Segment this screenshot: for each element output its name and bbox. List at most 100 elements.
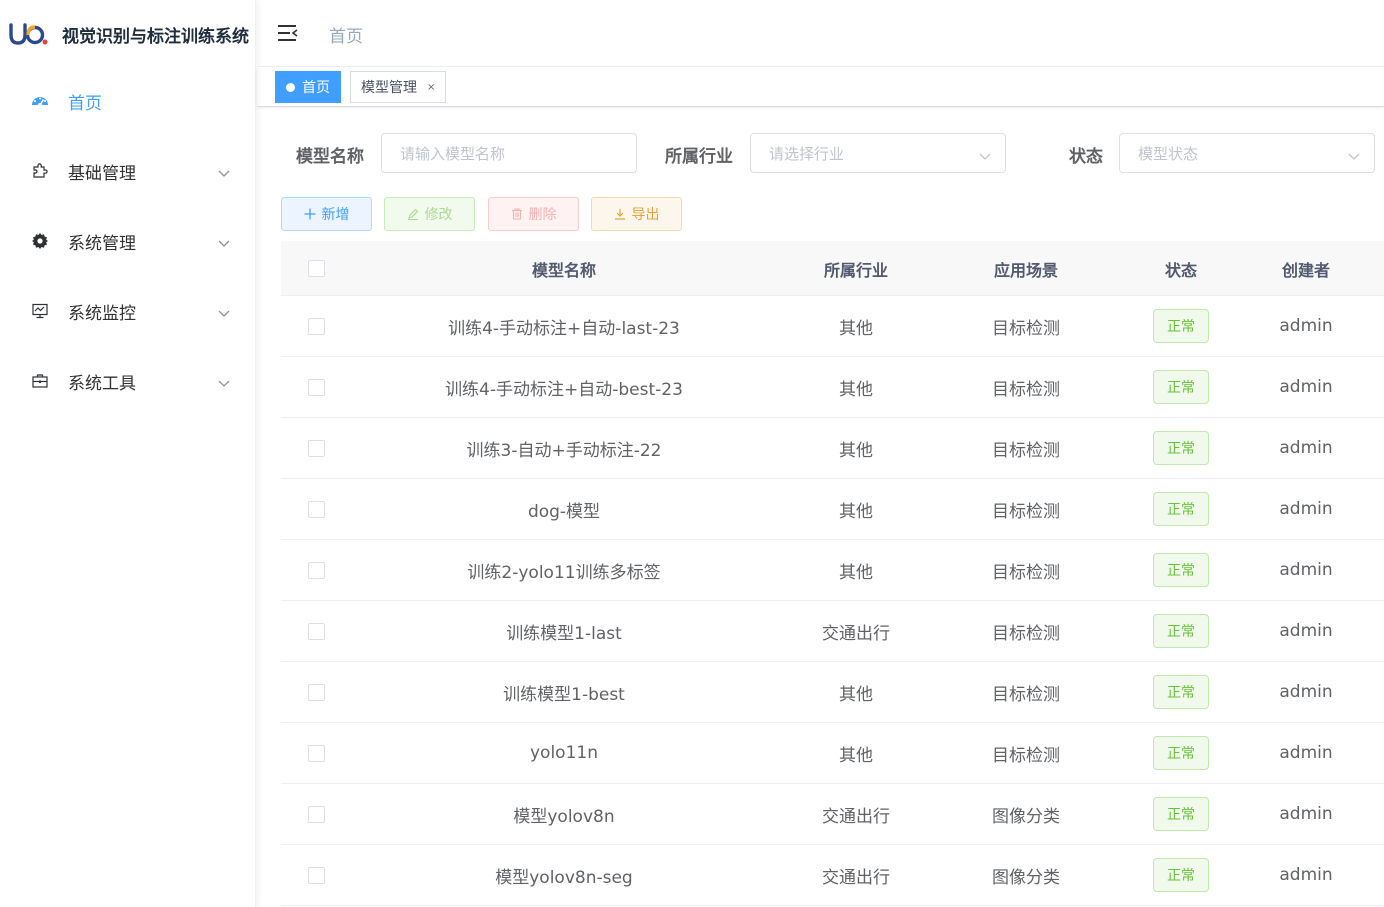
cell-status: 正常 <box>1111 784 1251 844</box>
edit-button[interactable]: 修改 <box>384 197 475 231</box>
edit-label: 修改 <box>424 207 453 223</box>
cell-industry: 其他 <box>839 562 873 583</box>
row-checkbox[interactable] <box>307 866 325 884</box>
model-name-input[interactable]: 请输入模型名称 <box>381 133 637 173</box>
table-row[interactable]: dog-模型 其他 目标检测 正常 admin <box>281 479 1384 540</box>
select-all-checkbox[interactable] <box>307 260 325 277</box>
status-badge: 正常 <box>1153 736 1209 770</box>
sidebar-item-label: 基础管理 <box>68 163 136 184</box>
cell-scene: 目标检测 <box>992 318 1060 339</box>
cell-status: 正常 <box>1111 357 1251 417</box>
sidebar-item-basic[interactable]: 基础管理 <box>0 136 256 206</box>
cell-scene: 目标检测 <box>992 623 1060 644</box>
cell-scene: 目标检测 <box>992 440 1060 461</box>
industry-select[interactable]: 请选择行业 <box>750 133 1006 173</box>
cell-status: 正常 <box>1111 723 1251 783</box>
table-row[interactable]: 模型yolov8n 交通出行 图像分类 正常 admin <box>281 784 1384 845</box>
sidebar-item-label: 系统工具 <box>68 373 136 394</box>
cell-creator: admin <box>1279 621 1333 641</box>
cell-scene: 目标检测 <box>992 501 1060 522</box>
model-name-label: 模型名称 <box>296 147 364 167</box>
delete-label: 删除 <box>528 207 557 223</box>
monitor-icon <box>30 301 50 321</box>
cell-model-name: 训练模型1-best <box>503 684 625 705</box>
header-industry[interactable]: 所属行业 <box>786 241 926 296</box>
row-checkbox[interactable] <box>307 317 325 335</box>
select-all-cell <box>281 241 351 296</box>
download-icon <box>614 208 626 220</box>
sidebar-item-system[interactable]: 系统管理 <box>0 206 256 276</box>
close-icon[interactable]: × <box>427 82 435 93</box>
logo[interactable]: 视觉识别与标注训练系统 <box>8 18 249 50</box>
cell-scene: 目标检测 <box>992 562 1060 583</box>
table-row[interactable]: 训练4-手动标注+自动-last-23 其他 目标检测 正常 admin <box>281 296 1384 357</box>
row-checkbox[interactable] <box>307 744 325 762</box>
row-select-cell <box>281 601 351 661</box>
sidebar-item-monitor[interactable]: 系统监控 <box>0 276 256 346</box>
table-row[interactable]: yolo11n 其他 目标检测 正常 admin <box>281 723 1384 784</box>
row-checkbox[interactable] <box>307 500 325 518</box>
table-row[interactable]: 训练模型1-last 交通出行 目标检测 正常 admin <box>281 601 1384 662</box>
table-row[interactable]: 训练模型1-best 其他 目标检测 正常 admin <box>281 662 1384 723</box>
table-row[interactable]: 训练4-手动标注+自动-best-23 其他 目标检测 正常 admin <box>281 357 1384 418</box>
header-creator[interactable]: 创建者 <box>1236 241 1376 296</box>
row-select-cell <box>281 296 351 356</box>
row-checkbox[interactable] <box>307 622 325 640</box>
cell-creator: admin <box>1279 316 1333 336</box>
status-badge: 正常 <box>1153 370 1209 404</box>
hamburger-icon[interactable] <box>277 22 299 44</box>
header-model-name[interactable]: 模型名称 <box>424 241 704 296</box>
row-checkbox[interactable] <box>307 561 325 579</box>
cell-scene: 目标检测 <box>992 379 1060 400</box>
cell-status: 正常 <box>1111 296 1251 356</box>
status-badge: 正常 <box>1153 675 1209 709</box>
table-row[interactable]: 训练2-yolo11训练多标签 其他 目标检测 正常 admin <box>281 540 1384 601</box>
gear-icon <box>30 231 50 251</box>
sidebar-item-home[interactable]: 首页 <box>0 66 256 136</box>
delete-button[interactable]: 删除 <box>488 197 579 231</box>
sidebar: 视觉识别与标注训练系统 首页 基础管理 系统管理 系统监控 系统工具 <box>0 0 256 907</box>
row-checkbox[interactable] <box>307 805 325 823</box>
row-checkbox[interactable] <box>307 683 325 701</box>
cell-scene: 图像分类 <box>992 806 1060 827</box>
sidebar-item-tools[interactable]: 系统工具 <box>0 346 256 416</box>
cell-model-name: 模型yolov8n <box>513 806 615 827</box>
row-checkbox[interactable] <box>307 378 325 396</box>
dashboard-icon <box>30 91 50 111</box>
cell-creator: admin <box>1279 560 1333 580</box>
export-button[interactable]: 导出 <box>591 197 682 231</box>
cell-creator: admin <box>1279 438 1333 458</box>
add-button[interactable]: 新增 <box>281 197 372 231</box>
trash-icon <box>511 208 523 220</box>
row-select-cell <box>281 784 351 844</box>
row-select-cell <box>281 662 351 722</box>
model-name-placeholder: 请输入模型名称 <box>400 144 506 163</box>
tag-label: 首页 <box>302 80 330 96</box>
navbar: 首页 <box>257 0 1384 67</box>
cell-status: 正常 <box>1111 601 1251 661</box>
table-body: 训练4-手动标注+自动-last-23 其他 目标检测 正常 admin 训练4… <box>281 296 1384 906</box>
row-select-cell <box>281 845 351 905</box>
cell-creator: admin <box>1279 499 1333 519</box>
cell-status: 正常 <box>1111 540 1251 600</box>
breadcrumb[interactable]: 首页 <box>329 22 363 47</box>
status-badge: 正常 <box>1153 553 1209 587</box>
tag-model-management[interactable]: 模型管理 × <box>350 71 447 103</box>
cell-status: 正常 <box>1111 418 1251 478</box>
add-label: 新增 <box>321 207 350 223</box>
status-select[interactable]: 模型状态 <box>1119 133 1375 173</box>
header-status[interactable]: 状态 <box>1111 241 1251 296</box>
tag-home[interactable]: 首页 <box>275 71 341 103</box>
table-row[interactable]: 训练3-自动+手动标注-22 其他 目标检测 正常 admin <box>281 418 1384 479</box>
chevron-down-icon <box>218 374 230 387</box>
table-row[interactable]: 模型yolov8n-seg 交通出行 图像分类 正常 admin <box>281 845 1384 906</box>
cell-status: 正常 <box>1111 479 1251 539</box>
status-badge: 正常 <box>1153 309 1209 343</box>
plus-icon <box>304 208 316 220</box>
status-badge: 正常 <box>1153 431 1209 465</box>
row-checkbox[interactable] <box>307 439 325 457</box>
row-select-cell <box>281 357 351 417</box>
header-scene[interactable]: 应用场景 <box>956 241 1096 296</box>
cell-industry: 交通出行 <box>822 867 890 888</box>
cell-model-name: 训练3-自动+手动标注-22 <box>466 440 662 461</box>
